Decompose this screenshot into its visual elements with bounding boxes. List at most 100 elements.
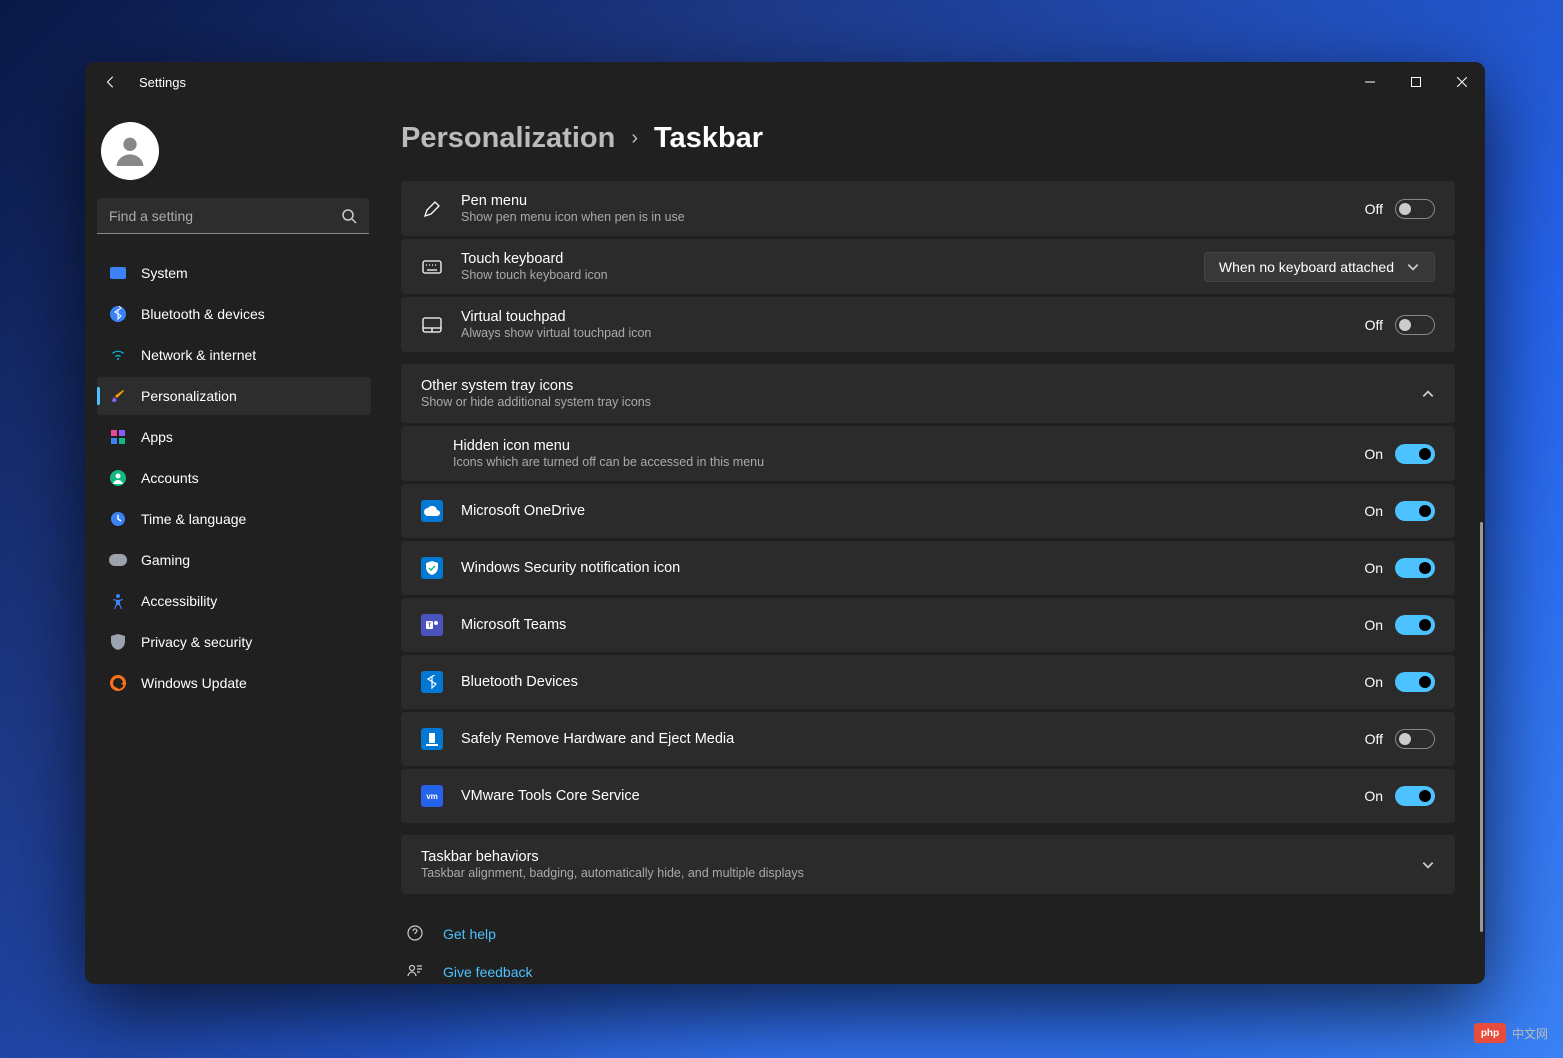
back-button[interactable] [101,72,121,92]
sidebar-item-gaming[interactable]: Gaming [97,541,371,579]
sidebar-item-label: Gaming [141,552,190,568]
breadcrumb: Personalization › Taskbar [401,122,1455,155]
toggle-teams[interactable] [1395,615,1435,635]
toggle-state: Off [1365,201,1383,217]
section-title: Taskbar behaviors [421,849,1421,865]
bluetooth-icon [109,305,127,323]
dropdown-value: When no keyboard attached [1219,259,1394,275]
pen-icon [421,198,443,220]
feedback-label: Give feedback [443,964,533,980]
section-other-tray[interactable]: Other system tray icons Show or hide add… [401,364,1455,423]
sidebar-item-label: Privacy & security [141,634,252,650]
sidebar-item-network[interactable]: Network & internet [97,336,371,374]
toggle-state: Off [1365,731,1383,747]
accessibility-icon [109,592,127,610]
sidebar-item-label: Windows Update [141,675,247,691]
eject-icon [421,728,443,750]
dropdown-touch-keyboard[interactable]: When no keyboard attached [1204,252,1435,282]
setting-title: Touch keyboard [461,251,1204,267]
get-help-link[interactable]: Get help [401,915,1455,953]
sidebar-item-accessibility[interactable]: Accessibility [97,582,371,620]
toggle-hidden-menu[interactable] [1395,444,1435,464]
setting-title: Safely Remove Hardware and Eject Media [461,731,1365,747]
window-controls [1347,66,1485,98]
person-icon [110,131,150,171]
help-icon [407,925,425,943]
onedrive-icon [421,500,443,522]
toggle-virtual-touchpad[interactable] [1395,315,1435,335]
section-desc: Taskbar alignment, badging, automaticall… [421,866,1421,880]
keyboard-icon [421,256,443,278]
chevron-right-icon: › [631,127,638,150]
sidebar-item-label: Personalization [141,388,237,404]
titlebar: Settings [85,62,1485,102]
setting-desc: Show pen menu icon when pen is in use [461,210,1365,224]
setting-title: Hidden icon menu [453,438,1364,454]
sidebar-item-apps[interactable]: Apps [97,418,371,456]
toggle-onedrive[interactable] [1395,501,1435,521]
setting-title: Virtual touchpad [461,309,1365,325]
minimize-button[interactable] [1347,66,1393,98]
toggle-state: On [1364,560,1383,576]
feedback-icon [407,963,425,981]
main-content: Personalization › Taskbar Pen menu Show … [383,102,1485,984]
sidebar-item-system[interactable]: System [97,254,371,292]
sidebar-item-label: Bluetooth & devices [141,306,265,322]
sidebar-item-accounts[interactable]: Accounts [97,459,371,497]
breadcrumb-current: Taskbar [654,122,763,155]
sidebar-item-time[interactable]: Time & language [97,500,371,538]
tray-security: Windows Security notification icon On [401,541,1455,595]
window-title: Settings [139,75,186,90]
sidebar-item-label: Time & language [141,511,246,527]
setting-desc: Show touch keyboard icon [461,268,1204,282]
tray-hidden-menu: Hidden icon menu Icons which are turned … [401,426,1455,481]
breadcrumb-parent[interactable]: Personalization [401,122,615,155]
tray-teams: T Microsoft Teams On [401,598,1455,652]
toggle-bluetooth[interactable] [1395,672,1435,692]
search-box[interactable] [97,198,369,234]
toggle-vmware[interactable] [1395,786,1435,806]
toggle-pen-menu[interactable] [1395,199,1435,219]
setting-pen-menu: Pen menu Show pen menu icon when pen is … [401,181,1455,236]
close-button[interactable] [1439,66,1485,98]
avatar[interactable] [101,122,159,180]
section-desc: Show or hide additional system tray icon… [421,395,1421,409]
shield-icon [109,633,127,651]
watermark-text: 中文网 [1512,1025,1548,1042]
toggle-eject[interactable] [1395,729,1435,749]
maximize-button[interactable] [1393,66,1439,98]
watermark: php 中文网 [1474,1023,1548,1043]
toggle-state: On [1364,674,1383,690]
section-taskbar-behaviors[interactable]: Taskbar behaviors Taskbar alignment, bad… [401,835,1455,894]
sidebar-item-privacy[interactable]: Privacy & security [97,623,371,661]
search-input[interactable] [109,208,341,224]
sidebar: System Bluetooth & devices Network & int… [85,102,383,984]
setting-touch-keyboard: Touch keyboard Show touch keyboard icon … [401,239,1455,294]
sidebar-item-bluetooth[interactable]: Bluetooth & devices [97,295,371,333]
nav-list: System Bluetooth & devices Network & int… [97,254,371,702]
search-icon [341,208,357,224]
tray-bluetooth: Bluetooth Devices On [401,655,1455,709]
teams-icon: T [421,614,443,636]
setting-title: Windows Security notification icon [461,560,1364,576]
gamepad-icon [109,551,127,569]
chevron-down-icon [1406,260,1420,274]
chevron-up-icon [1421,387,1435,401]
setting-desc: Icons which are turned off can be access… [453,455,1364,469]
toggle-security[interactable] [1395,558,1435,578]
system-icon [109,264,127,282]
scrollbar[interactable] [1480,522,1483,932]
security-icon [421,557,443,579]
vmware-icon: vm [421,785,443,807]
sidebar-item-personalization[interactable]: Personalization [97,377,371,415]
setting-desc: Always show virtual touchpad icon [461,326,1365,340]
settings-window: Settings System [85,62,1485,984]
feedback-link[interactable]: Give feedback [401,953,1455,984]
apps-icon [109,428,127,446]
sidebar-item-update[interactable]: Windows Update [97,664,371,702]
sidebar-item-label: Accessibility [141,593,217,609]
chevron-down-icon [1421,858,1435,872]
bluetooth-app-icon [421,671,443,693]
setting-title: Bluetooth Devices [461,674,1364,690]
watermark-logo: php [1474,1023,1506,1043]
